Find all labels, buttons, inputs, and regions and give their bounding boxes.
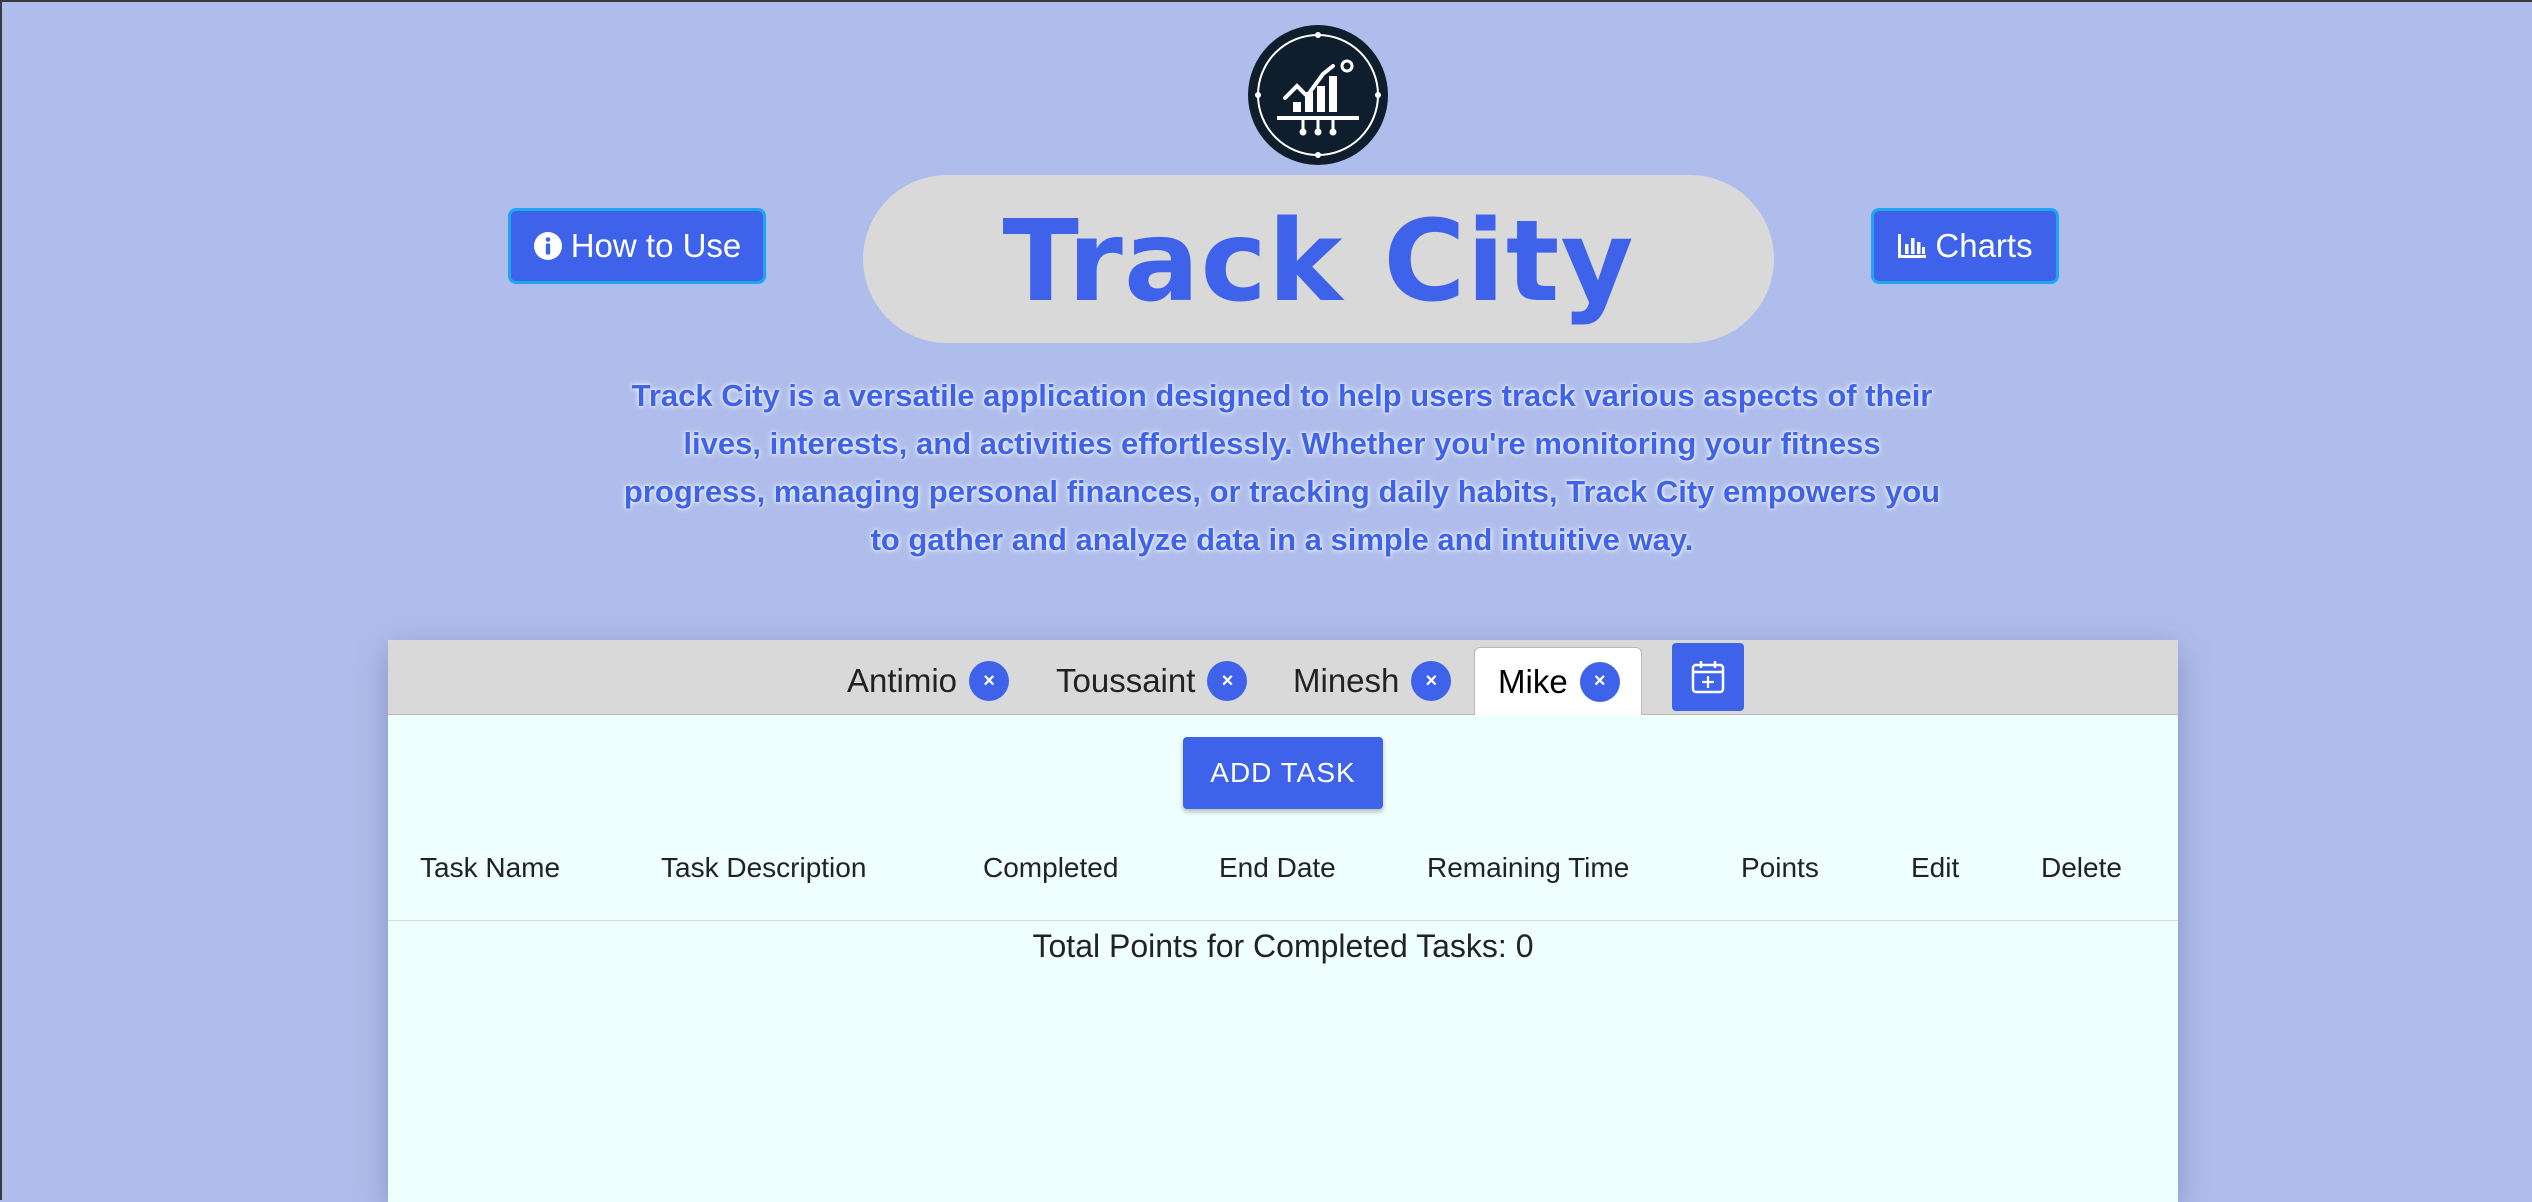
column-header-completed: Completed [983,852,1119,883]
how-to-use-label: How to Use [570,227,742,264]
user-tab-bar: Antimio × Toussaint × Minesh × Mike × [388,640,2178,715]
add-task-button[interactable]: ADD TASK [1183,737,1383,809]
tab-toussaint[interactable]: Toussaint × [1056,648,1248,714]
title-banner: Track City [863,175,1774,343]
app-description: Track City is a versatile application de… [623,378,1941,557]
column-header-task-description: Task Description [661,852,867,883]
column-header-end-date: End Date [1219,852,1336,883]
page-title: Track City [1002,197,1635,327]
task-table-header: Task Name Task Description Completed End… [388,830,2178,921]
app-logo [1251,28,1385,162]
bar-chart-icon [1897,232,1927,260]
charts-button[interactable]: Charts [1871,208,2059,284]
close-icon[interactable]: × [1207,661,1248,701]
tab-minesh[interactable]: Minesh × [1293,648,1452,714]
tab-label: Mike [1498,662,1568,700]
column-header-task-name: Task Name [420,852,561,883]
tab-antimio[interactable]: Antimio × [847,648,1010,714]
total-points-label: Total Points for Completed Tasks: [1032,928,1516,964]
close-icon[interactable]: × [1411,661,1452,701]
calendar-add-icon [1691,661,1725,694]
how-to-use-button[interactable]: How to Use [508,208,766,284]
info-icon [533,231,563,261]
column-header-edit: Edit [1911,852,1960,883]
tab-label: Antimio [847,662,958,699]
column-header-delete: Delete [2041,852,2122,883]
total-points: Total Points for Completed Tasks: 0 [388,928,2178,965]
close-icon[interactable]: × [1579,661,1620,702]
task-panel: Antimio × Toussaint × Minesh × Mike × AD… [388,640,2178,1202]
total-points-value: 0 [1515,928,1534,964]
tab-mike[interactable]: Mike × [1474,647,1642,715]
chart-growth-logo-icon [1255,32,1381,158]
column-header-points: Points [1741,852,1819,883]
tab-label: Minesh [1293,662,1400,699]
charts-label: Charts [1935,227,2033,264]
tab-label: Toussaint [1056,662,1196,699]
add-calendar-button[interactable] [1672,643,1744,711]
column-header-remaining-time: Remaining Time [1427,852,1630,883]
close-icon[interactable]: × [969,661,1010,701]
